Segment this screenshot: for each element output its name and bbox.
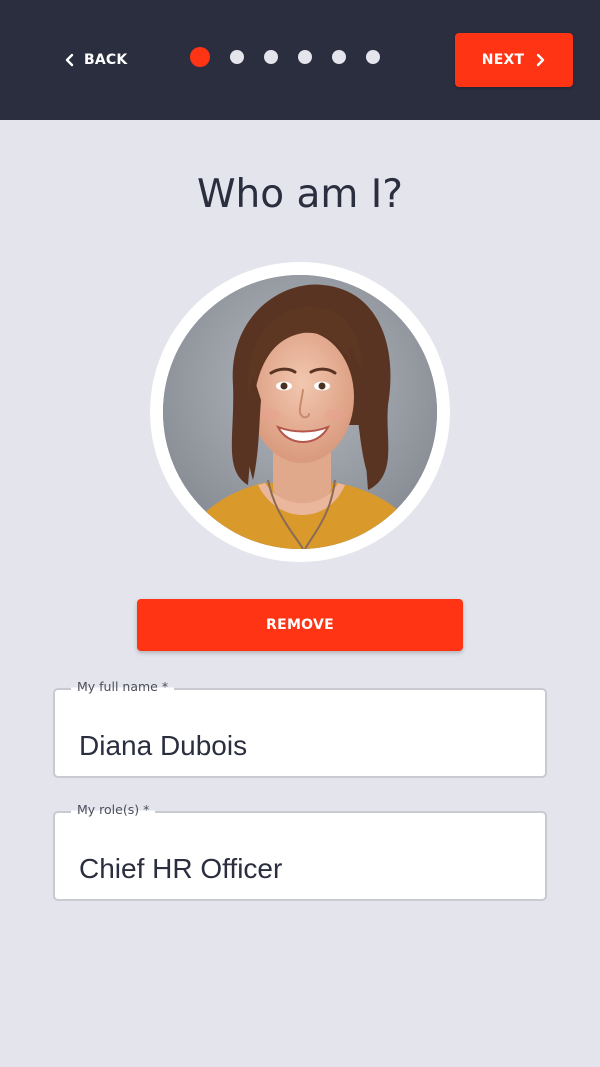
full-name-input-box[interactable]: Diana Dubois <box>53 688 547 778</box>
avatar[interactable] <box>163 275 437 549</box>
chevron-right-icon <box>537 53 545 67</box>
next-button-label: NEXT <box>481 52 525 68</box>
chevron-left-icon <box>65 53 74 67</box>
avatar-frame <box>150 262 450 562</box>
roles-input-box[interactable]: Chief HR Officer <box>53 811 547 901</box>
onboarding-screen: BACK NEXT Who am I? REMOVE My full name … <box>0 0 600 1067</box>
profile-photo-icon <box>163 275 437 549</box>
full-name-input[interactable]: Diana Dubois <box>79 730 519 762</box>
header-bar: BACK NEXT <box>0 0 600 120</box>
step-dot <box>264 50 278 64</box>
full-name-field: My full name * Diana Dubois <box>53 679 547 778</box>
roles-input[interactable]: Chief HR Officer <box>79 853 519 885</box>
step-dot-active <box>190 47 210 67</box>
back-button[interactable]: BACK <box>58 41 133 79</box>
roles-field: My role(s) * Chief HR Officer <box>53 802 547 901</box>
step-dot <box>332 50 346 64</box>
back-button-label: BACK <box>84 52 128 68</box>
step-indicator <box>190 47 380 67</box>
page-title: Who am I? <box>196 172 404 217</box>
next-button[interactable]: NEXT <box>455 33 573 87</box>
roles-label: My role(s) * <box>71 802 156 818</box>
remove-photo-button[interactable]: REMOVE <box>137 599 463 651</box>
step-dot <box>298 50 312 64</box>
full-name-label: My full name * <box>71 679 175 695</box>
step-dot <box>366 50 380 64</box>
step-dot <box>230 50 244 64</box>
